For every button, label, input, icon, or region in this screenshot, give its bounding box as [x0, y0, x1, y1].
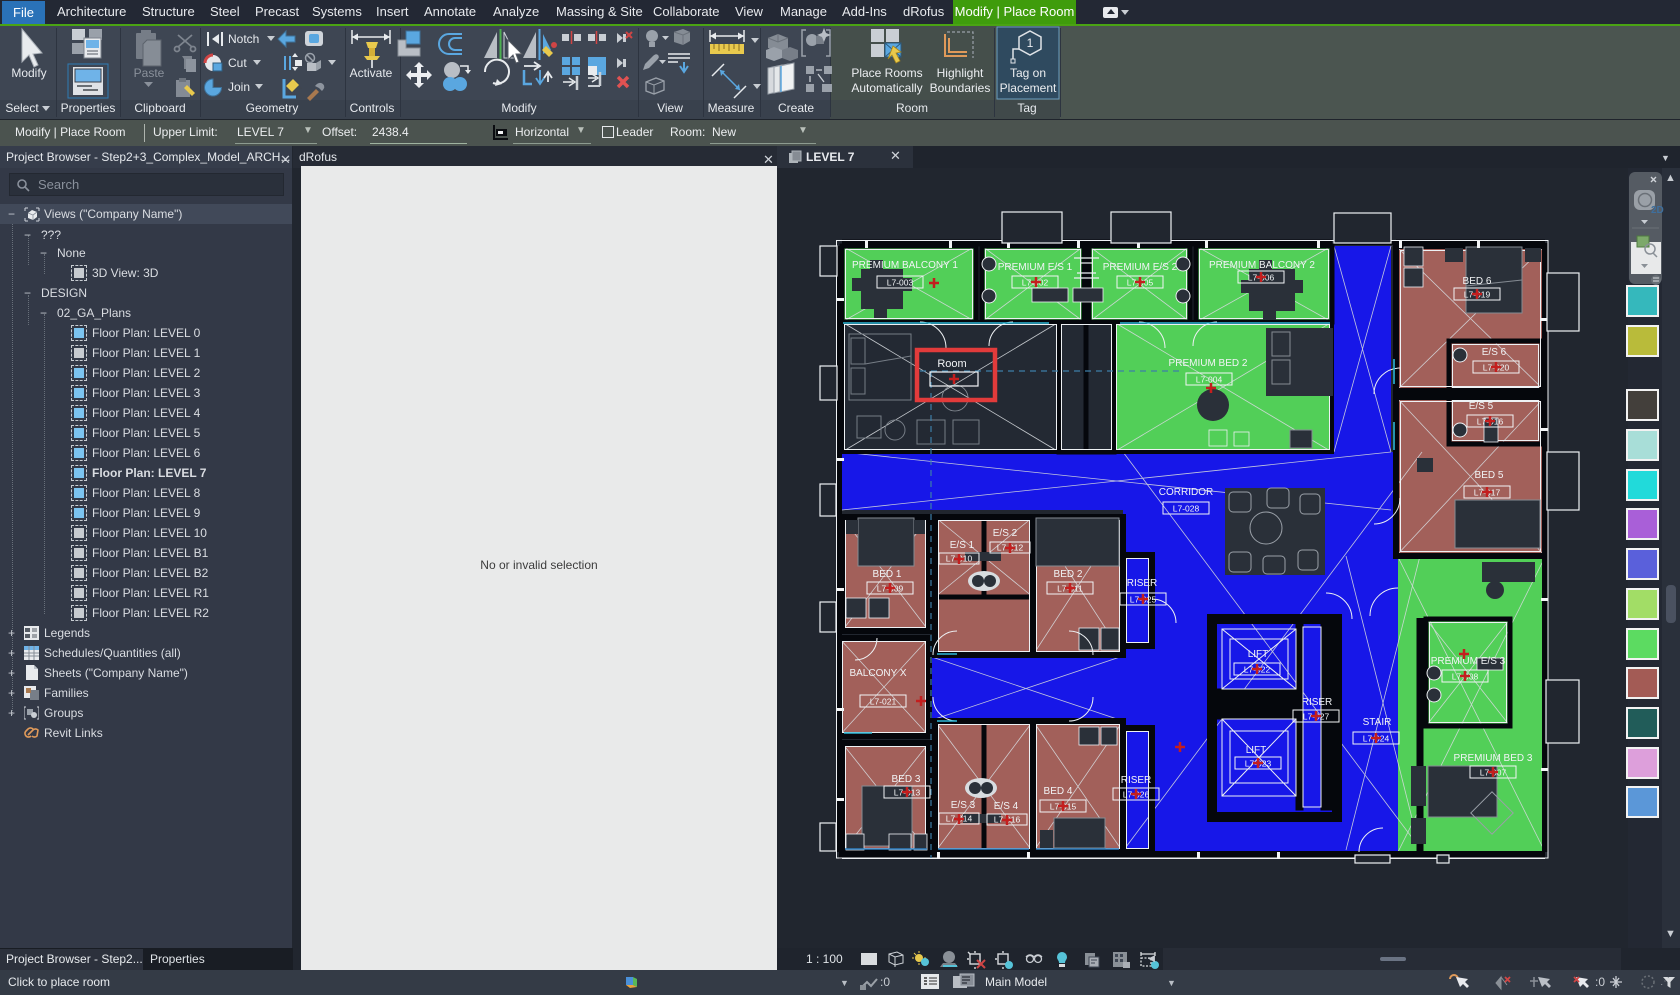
- svg-text:Paste: Paste: [134, 66, 165, 80]
- svg-text:Join: Join: [228, 80, 250, 94]
- svg-text:Measure: Measure: [708, 101, 755, 115]
- svg-text:Select: Select: [5, 101, 39, 115]
- svg-text:Room: Room: [896, 101, 928, 115]
- svg-text:L7-021: L7-021: [870, 697, 897, 707]
- svg-text:RISER: RISER: [1121, 775, 1152, 786]
- svg-text:Tag on: Tag on: [1010, 66, 1046, 80]
- svg-text:Cut: Cut: [228, 56, 247, 70]
- svg-text:Activate: Activate: [350, 66, 393, 80]
- svg-text:1: 1: [1027, 36, 1034, 50]
- svg-text:PREMIUM E/S 2: PREMIUM E/S 2: [1103, 262, 1178, 273]
- svg-text:Notch: Notch: [228, 32, 259, 46]
- svg-text:BED 6: BED 6: [1463, 276, 1492, 287]
- svg-text:PREMIUM E/S 3: PREMIUM E/S 3: [1431, 656, 1506, 667]
- svg-text:PREMIUM BALCONY 1: PREMIUM BALCONY 1: [852, 260, 958, 271]
- svg-text:Room: Room: [937, 358, 966, 370]
- svg-text:PREMIUM BED 2: PREMIUM BED 2: [1169, 358, 1248, 369]
- svg-text:Placement: Placement: [1000, 81, 1057, 95]
- svg-text:LIFT: LIFT: [1248, 649, 1269, 660]
- svg-text:RISER: RISER: [1127, 578, 1158, 589]
- svg-text:Boundaries: Boundaries: [930, 81, 991, 95]
- svg-text:Automatically: Automatically: [851, 81, 922, 95]
- svg-text:L7-004: L7-004: [1196, 375, 1223, 385]
- svg-text:2D: 2D: [1651, 205, 1664, 216]
- svg-text:BALCONY X: BALCONY X: [849, 668, 906, 679]
- svg-text:E/S 2: E/S 2: [993, 528, 1018, 539]
- svg-text:Modify: Modify: [501, 101, 536, 115]
- svg-text:Geometry: Geometry: [246, 101, 299, 115]
- svg-text:BED 1: BED 1: [873, 569, 902, 580]
- svg-text:BED 4: BED 4: [1044, 786, 1073, 797]
- svg-text:E/S 1: E/S 1: [950, 540, 975, 551]
- svg-text:Controls: Controls: [350, 101, 395, 115]
- svg-text:Clipboard: Clipboard: [134, 101, 185, 115]
- svg-text:CORRIDOR: CORRIDOR: [1159, 487, 1213, 498]
- svg-text:LIFT: LIFT: [1246, 745, 1267, 756]
- svg-text:STAIR: STAIR: [1363, 717, 1392, 728]
- svg-text:Modify: Modify: [11, 66, 46, 80]
- svg-text:BED 5: BED 5: [1475, 470, 1504, 481]
- svg-text:L7-003: L7-003: [887, 278, 914, 288]
- svg-text:PREMIUM BALCONY 2: PREMIUM BALCONY 2: [1209, 260, 1315, 271]
- svg-text:PREMIUM E/S 1: PREMIUM E/S 1: [998, 262, 1073, 273]
- svg-text:BED 3: BED 3: [892, 774, 921, 785]
- svg-text:RISER: RISER: [1302, 697, 1333, 708]
- svg-text:E/S 6: E/S 6: [1482, 347, 1507, 358]
- svg-text:View: View: [657, 101, 683, 115]
- svg-text:Highlight: Highlight: [937, 66, 984, 80]
- svg-text:Place Rooms: Place Rooms: [851, 66, 922, 80]
- svg-text:L7-028: L7-028: [1173, 504, 1200, 514]
- svg-text:E/S 3: E/S 3: [951, 800, 976, 811]
- svg-text:BED 2: BED 2: [1054, 569, 1083, 580]
- svg-text:E/S 4: E/S 4: [994, 801, 1019, 812]
- svg-text:E/S 5: E/S 5: [1469, 401, 1494, 412]
- svg-text:Create: Create: [778, 101, 814, 115]
- svg-text:Properties: Properties: [61, 101, 116, 115]
- svg-text:Tag: Tag: [1017, 101, 1036, 115]
- svg-text:PREMIUM BED 3: PREMIUM BED 3: [1454, 753, 1533, 764]
